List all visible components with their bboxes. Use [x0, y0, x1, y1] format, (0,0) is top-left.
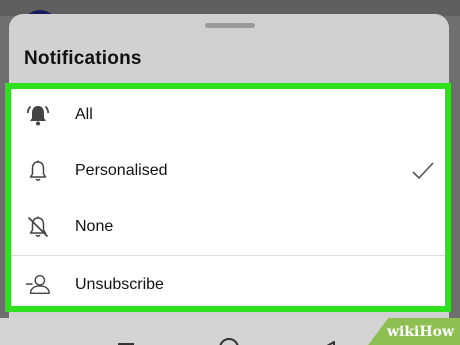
drag-handle[interactable] — [205, 23, 255, 28]
back-icon[interactable] — [318, 338, 336, 345]
option-none[interactable]: None — [11, 200, 445, 254]
option-personalised[interactable]: Personalised — [11, 144, 445, 198]
option-all[interactable]: All — [11, 88, 445, 142]
sheet-title: Notifications — [24, 48, 142, 69]
divider — [11, 255, 445, 256]
option-label: None — [75, 218, 114, 235]
option-unsubscribe[interactable]: Unsubscribe — [11, 258, 445, 312]
option-label: All — [75, 106, 93, 123]
bell-ringing-filled-icon — [25, 102, 51, 128]
home-icon[interactable] — [218, 336, 240, 345]
checkmark-icon — [412, 162, 434, 180]
recents-icon[interactable] — [118, 340, 134, 345]
bell-outline-icon — [25, 158, 51, 184]
bell-off-icon — [25, 214, 51, 240]
unsubscribe-person-icon — [25, 272, 51, 298]
option-label: Unsubscribe — [75, 276, 164, 293]
option-label: Personalised — [75, 162, 168, 179]
